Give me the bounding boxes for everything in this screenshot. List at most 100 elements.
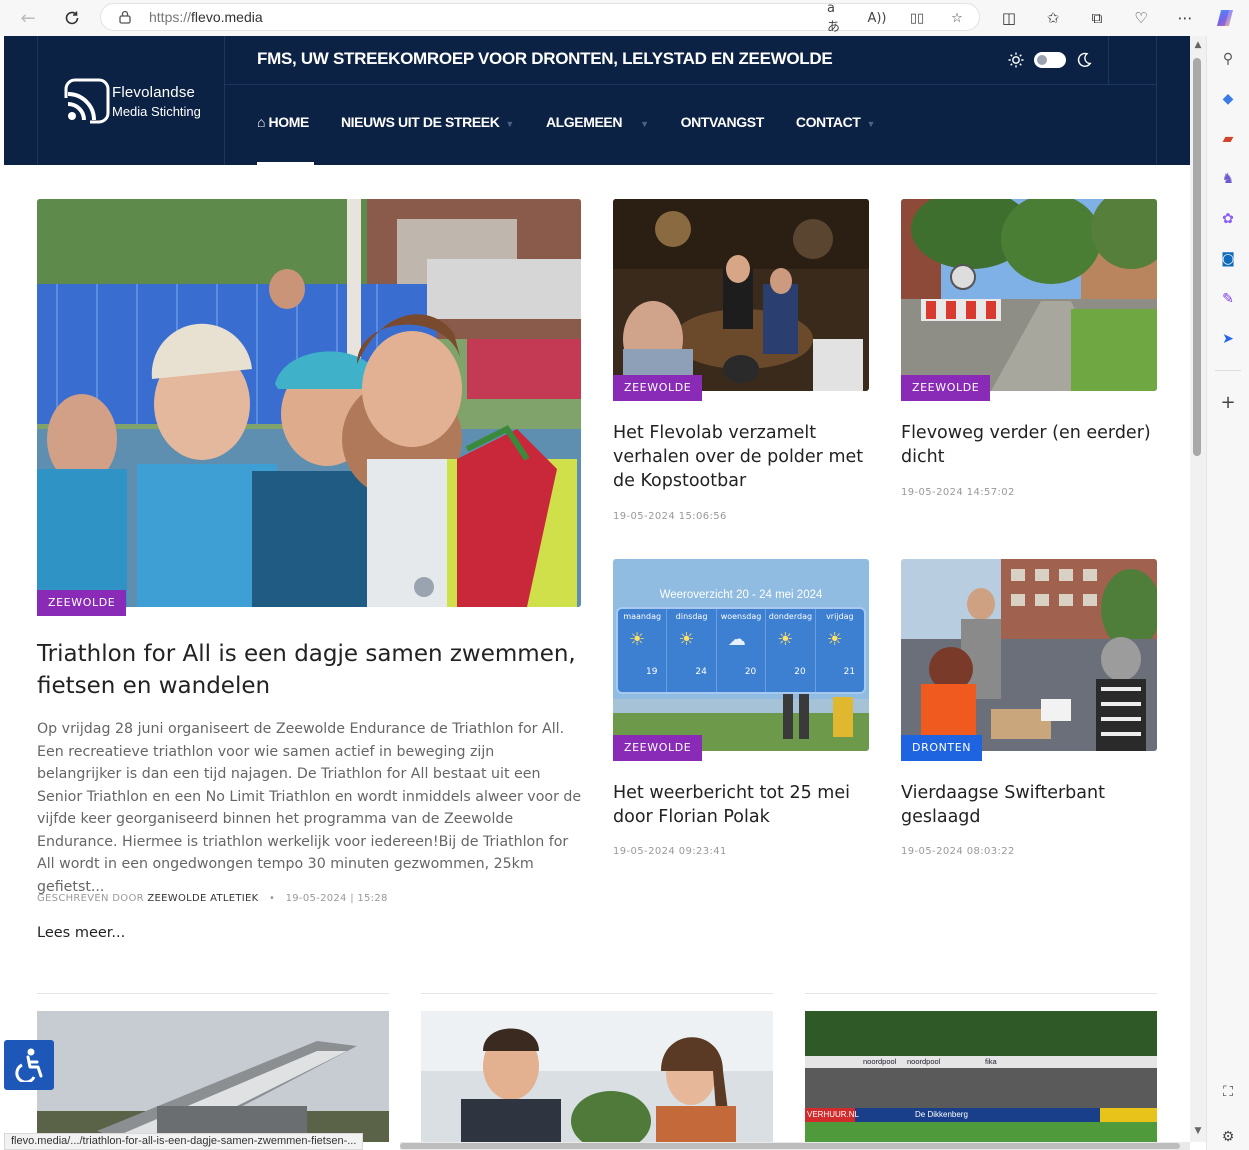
chevron-down-icon: ▼ xyxy=(866,119,875,129)
moon-icon[interactable] xyxy=(1076,52,1092,68)
weather-panel: maandag ☀ 19 dinsdag ☀ 24 woensdag ☁ 20 … xyxy=(616,607,866,694)
category-tag[interactable]: ZEEWOLDE xyxy=(613,735,703,761)
partly-sunny-icon: ☀ xyxy=(629,629,646,650)
article-image-flevoweg[interactable] xyxy=(901,199,1157,391)
toggle-knob xyxy=(1037,55,1047,65)
send-icon[interactable]: ➤ xyxy=(1217,328,1239,350)
collections-icon[interactable]: ⧉ xyxy=(1085,6,1109,30)
more-menu-icon[interactable]: ⋯ xyxy=(1173,6,1197,30)
article-image-building[interactable] xyxy=(37,1011,389,1142)
url-text: https://flevo.media xyxy=(149,9,263,25)
sun-icon[interactable] xyxy=(1008,52,1024,68)
meta-separator: • xyxy=(262,893,283,904)
weather-day-label: donderdag xyxy=(768,612,813,621)
partly-sunny-icon: ☀ xyxy=(826,629,843,650)
home-icon: ⌂ xyxy=(257,114,269,130)
article-image-kopstootbar[interactable] xyxy=(613,199,869,391)
weather-day: dinsdag ☀ 24 xyxy=(667,609,717,692)
article-title[interactable]: Het Flevolab verzamelt verhalen over de … xyxy=(613,421,873,493)
read-aloud-icon[interactable]: A)) xyxy=(867,8,887,28)
weather-graphic-title: Weeroverzicht 20 - 24 mei 2024 xyxy=(659,589,823,601)
weather-temp: 24 xyxy=(695,667,707,677)
address-bar[interactable]: https://flevo.media aあ A)) ▯▯ ☆ xyxy=(100,1,980,35)
add-icon[interactable]: + xyxy=(1217,391,1239,413)
article-image-stadium[interactable]: noordpool noordpool fika VERHUUR.NL De D… xyxy=(805,1011,1157,1142)
article-image-vierdaagse[interactable] xyxy=(901,559,1157,751)
scrollbar-thumb[interactable] xyxy=(1193,58,1201,456)
article-title[interactable]: Flevoweg verder (en eerder) dicht xyxy=(901,421,1161,469)
accessibility-button[interactable] xyxy=(4,1040,54,1090)
outlook-icon[interactable]: ◙ xyxy=(1217,248,1239,270)
immersive-reader-icon[interactable]: ▯▯ xyxy=(907,8,927,28)
weather-temp: 20 xyxy=(744,667,757,677)
section-divider xyxy=(421,993,773,994)
chevron-down-icon: ▼ xyxy=(505,119,514,129)
article-date: 19-05-2024 15:06:56 xyxy=(613,511,727,522)
scroll-up-icon[interactable]: ▲ xyxy=(1192,40,1204,52)
copilot-icon[interactable] xyxy=(1214,6,1238,30)
split-screen-icon[interactable]: ◫ xyxy=(997,6,1021,30)
site-logo[interactable]: Flevolandse Media Stichting xyxy=(37,36,225,165)
weather-day-label: vrijdag xyxy=(826,612,854,621)
main-navigation: ⌂ HOME NIEUWS UIT DE STREEK ▼ ALGEMEEN ▼ O… xyxy=(257,114,907,138)
games-icon[interactable]: ♞ xyxy=(1217,168,1239,190)
article-date: 19-05-2024 09:23:41 xyxy=(613,846,727,857)
weather-day: maandag ☀ 19 xyxy=(618,609,668,692)
category-tag[interactable]: DRONTEN xyxy=(901,735,983,761)
browser-essentials-icon[interactable]: ♡ xyxy=(1129,6,1153,30)
article-image-weerbericht[interactable]: Weeroverzicht 20 - 24 mei 2024 maandag ☀… xyxy=(613,559,869,751)
vertical-scrollbar[interactable]: ▲ ▼ xyxy=(1190,36,1206,1142)
rain-cloud-icon: ☁ xyxy=(727,629,746,650)
reload-icon[interactable] xyxy=(60,6,84,30)
back-icon[interactable]: ← xyxy=(16,6,40,30)
featured-article-meta: GESCHREVEN DOOR ZEEWOLDE ATLETIEK • 19-0… xyxy=(37,893,388,904)
chevron-down-icon: ▼ xyxy=(640,119,649,129)
weather-day-label: woensdag xyxy=(720,612,762,621)
favorite-star-icon[interactable]: ☆ xyxy=(947,8,967,28)
nav-nieuws-uit-de-streek[interactable]: NIEUWS UIT DE STREEK ▼ xyxy=(341,114,514,138)
featured-article-image[interactable] xyxy=(37,199,581,607)
designer-icon[interactable]: ✎ xyxy=(1217,288,1239,310)
article-title[interactable]: Vierdaagse Swifterbant geslaagd xyxy=(901,781,1161,829)
nav-ontvangst[interactable]: ONTVANGST xyxy=(681,114,765,138)
nav-algemeen[interactable]: ALGEMEEN ▼ xyxy=(546,114,649,138)
translate-icon[interactable]: aあ xyxy=(827,1,847,35)
category-tag[interactable]: ZEEWOLDE xyxy=(37,590,127,616)
article-author[interactable]: ZEEWOLDE ATLETIEK xyxy=(147,893,258,904)
article-title[interactable]: Het weerbericht tot 25 mei door Florian … xyxy=(613,781,873,829)
stadium-banner-text: fika xyxy=(985,1057,997,1066)
category-tag[interactable]: ZEEWOLDE xyxy=(901,375,991,401)
browser-toolbar: ← https://flevo.media aあ A)) ▯▯ ☆ ◫ ✩ ⧉ … xyxy=(0,0,1249,36)
category-tag[interactable]: ZEEWOLDE xyxy=(613,375,703,401)
header-edge-line xyxy=(1156,36,1157,165)
article-image-portrait[interactable] xyxy=(421,1011,773,1142)
search-icon[interactable]: ⚲ xyxy=(1217,48,1239,70)
nav-label: ALGEMEEN xyxy=(545,114,623,130)
nav-contact[interactable]: CONTACT ▼ xyxy=(796,114,876,138)
microsoft-365-icon[interactable]: ✿ xyxy=(1217,208,1239,230)
stadium-banner-text: noordpool xyxy=(907,1057,941,1066)
meta-prefix: GESCHREVEN DOOR xyxy=(37,893,144,904)
favorites-icon[interactable]: ✩ xyxy=(1041,6,1065,30)
dark-mode-toggle[interactable] xyxy=(1034,52,1066,68)
article-date: 19-05-2024 08:03:22 xyxy=(901,846,1015,857)
read-more-link[interactable]: Lees meer... xyxy=(37,925,125,941)
screenshot-icon[interactable]: ⛶ xyxy=(1217,1081,1239,1103)
horizontal-scrollbar[interactable] xyxy=(400,1142,1190,1150)
sidebar-divider xyxy=(1215,370,1241,371)
logo-text-line2: Media Stichting xyxy=(112,104,201,119)
partly-sunny-icon: ☀ xyxy=(678,629,695,650)
nav-home[interactable]: ⌂ HOME xyxy=(257,114,309,138)
weather-day: woensdag ☁ 20 xyxy=(717,609,767,692)
featured-article-title[interactable]: Triathlon for All is een dagje samen zwe… xyxy=(37,638,587,702)
scroll-down-icon[interactable]: ▼ xyxy=(1192,1126,1204,1138)
header-divider-vertical xyxy=(1108,36,1109,84)
settings-gear-icon[interactable]: ⚙ xyxy=(1217,1126,1239,1148)
scrollbar-thumb[interactable] xyxy=(400,1143,1180,1149)
featured-article-excerpt: Op vrijdag 28 juni organiseert de Zeewol… xyxy=(37,721,582,895)
article-date: 19-05-2024 | 15:28 xyxy=(285,893,388,904)
lock-icon xyxy=(119,10,131,24)
weather-temp: 19 xyxy=(646,667,658,677)
tools-icon[interactable]: ▰ xyxy=(1217,128,1239,150)
shopping-tag-icon[interactable]: ◆ xyxy=(1217,88,1239,110)
